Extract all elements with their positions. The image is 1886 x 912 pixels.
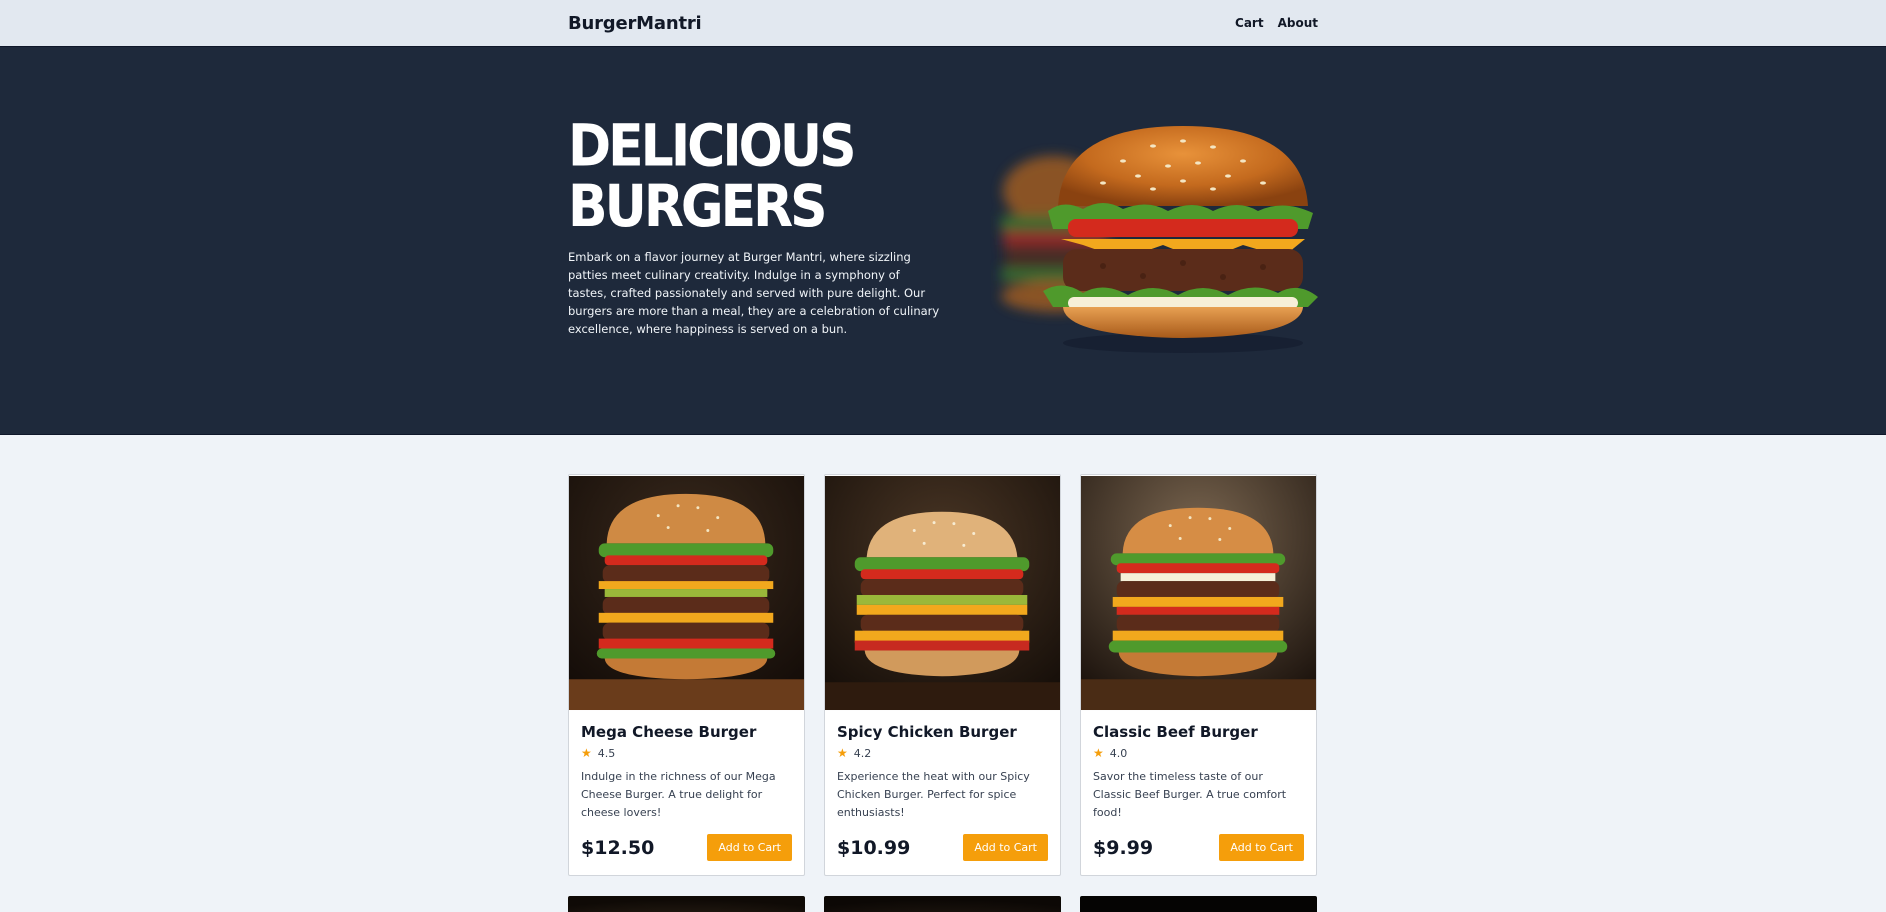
product-footer: $12.50 Add to Cart xyxy=(581,834,792,861)
product-description: Indulge in the richness of our Mega Chee… xyxy=(581,770,776,819)
rating-value: 4.2 xyxy=(853,746,872,760)
product-card-classic-beef: Classic Beef Burger ★ 4.0 Savor the time… xyxy=(1080,474,1317,876)
product-name: Spicy Chicken Burger xyxy=(837,723,1017,741)
add-to-cart-button[interactable]: Add to Cart xyxy=(1219,834,1304,861)
hero-title-line-1: DELICIOUS xyxy=(568,112,857,180)
product-footer: $10.99 Add to Cart xyxy=(837,834,1048,861)
product-footer: $9.99 Add to Cart xyxy=(1093,834,1304,861)
product-image-partial xyxy=(824,896,1061,912)
classic-beef-burger-image xyxy=(1081,475,1316,711)
product-price: $9.99 xyxy=(1093,836,1154,859)
product-card-partial-1 xyxy=(568,896,805,912)
hero-burger-illustration xyxy=(1001,125,1318,353)
product-image-partial xyxy=(568,896,805,912)
product-card-partial-3 xyxy=(1080,896,1317,912)
product-card-mega-cheese: Mega Cheese Burger ★ 4.5 Indulge in the … xyxy=(568,474,805,876)
hero-section: DELICIOUS BURGERS Embark on a flavor jou… xyxy=(0,47,1886,435)
hero-text: DELICIOUS BURGERS Embark on a flavor jou… xyxy=(568,116,940,338)
product-card-body: Spicy Chicken Burger ★ 4.2 Experience th… xyxy=(825,711,1060,875)
product-name: Classic Beef Burger xyxy=(1093,723,1258,741)
navbar-container: BurgerMantri Cart About xyxy=(568,0,1318,46)
brand-logo[interactable]: BurgerMantri xyxy=(568,13,702,34)
product-grid: Mega Cheese Burger ★ 4.5 Indulge in the … xyxy=(568,474,1318,912)
star-icon: ★ xyxy=(837,746,848,760)
product-card-body: Mega Cheese Burger ★ 4.5 Indulge in the … xyxy=(569,711,804,875)
product-name: Mega Cheese Burger xyxy=(581,723,757,741)
nav-link-about[interactable]: About xyxy=(1278,16,1318,30)
star-icon: ★ xyxy=(1093,746,1104,760)
product-description: Savor the timeless taste of our Classic … xyxy=(1093,770,1287,819)
product-price: $12.50 xyxy=(581,836,655,859)
hero-description: Embark on a flavor journey at Burger Man… xyxy=(568,249,940,336)
hero-container: DELICIOUS BURGERS Embark on a flavor jou… xyxy=(568,47,1318,434)
nav-link-cart[interactable]: Cart xyxy=(1235,16,1264,30)
product-image-partial xyxy=(1080,896,1317,912)
rating-value: 4.5 xyxy=(597,746,616,760)
product-rating: ★ 4.5 xyxy=(581,746,792,760)
hero-title: DELICIOUS BURGERS xyxy=(568,116,940,237)
add-to-cart-button[interactable]: Add to Cart xyxy=(707,834,792,861)
product-description: Experience the heat with our Spicy Chick… xyxy=(837,770,1030,819)
product-card-partial-2 xyxy=(824,896,1061,912)
hero-burger-image xyxy=(983,121,1328,361)
product-price: $10.99 xyxy=(837,836,911,859)
hero-title-line-2: BURGERS xyxy=(568,172,828,240)
product-card-spicy-chicken: Spicy Chicken Burger ★ 4.2 Experience th… xyxy=(824,474,1061,876)
top-navbar: BurgerMantri Cart About xyxy=(0,0,1886,47)
add-to-cart-button[interactable]: Add to Cart xyxy=(963,834,1048,861)
product-rating: ★ 4.0 xyxy=(1093,746,1304,760)
star-icon: ★ xyxy=(581,746,592,760)
product-rating: ★ 4.2 xyxy=(837,746,1048,760)
rating-value: 4.0 xyxy=(1109,746,1128,760)
nav-links: Cart About xyxy=(1235,16,1318,30)
spicy-chicken-burger-image xyxy=(825,475,1060,711)
product-card-body: Classic Beef Burger ★ 4.0 Savor the time… xyxy=(1081,711,1316,875)
mega-cheese-burger-image xyxy=(569,475,804,711)
